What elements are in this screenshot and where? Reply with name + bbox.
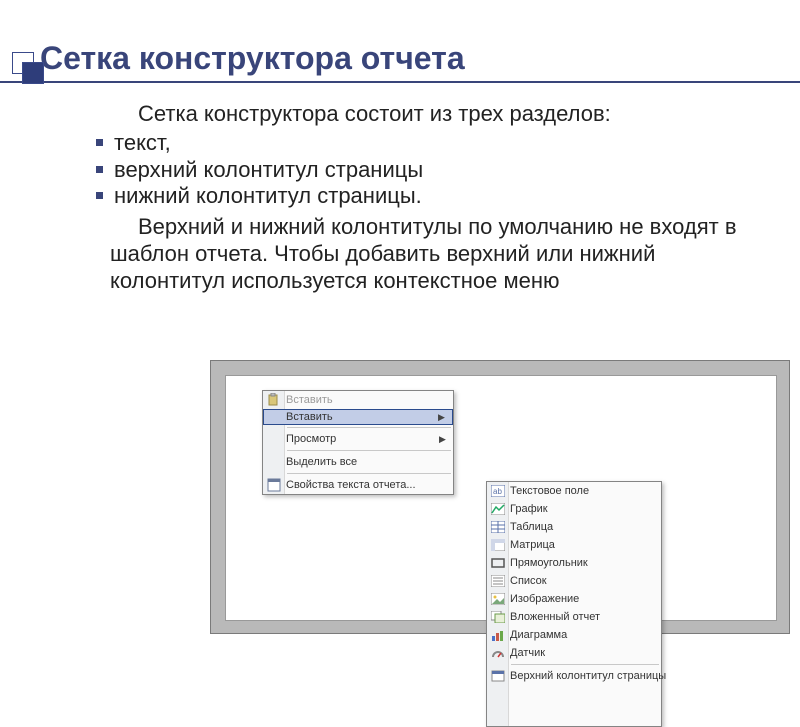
menu-separator [287, 427, 451, 428]
menu-item-select-all[interactable]: Выделить все [263, 453, 453, 471]
menu-label: Просмотр [286, 433, 439, 445]
bullet-item: текст, [110, 130, 760, 157]
menu-label: Таблица [510, 521, 657, 533]
chart-line-icon [488, 501, 508, 517]
submenu-item[interactable]: Таблица [487, 518, 661, 536]
menu-label: Текстовое поле [510, 485, 657, 497]
submenu-item[interactable]: График [487, 500, 661, 518]
chart-bar-icon [488, 627, 508, 643]
menu-item-properties[interactable]: Свойства текста отчета... [263, 476, 453, 494]
designer-canvas: Вставить Вставить ▶ Просмотр ▶ Выделить … [225, 375, 777, 621]
bullet-list: текст, верхний колонтитул страницы нижни… [110, 130, 760, 210]
gauge-icon [488, 645, 508, 661]
menu-separator [287, 473, 451, 474]
menu-label: Прямоугольник [510, 557, 657, 569]
menu-label: Вставить [286, 394, 449, 406]
page-title: Сетка конструктора отчета [40, 40, 800, 77]
matrix-icon [488, 537, 508, 553]
submenu-item[interactable]: Список [487, 572, 661, 590]
menu-label: Датчик [510, 647, 657, 659]
menu-label: Выделить все [286, 456, 449, 468]
title-divider [0, 81, 800, 83]
bullet-item: верхний колонтитул страницы [110, 157, 760, 184]
blank-icon [264, 431, 284, 447]
slide-body: Сетка конструктора состоит из трех разде… [110, 101, 760, 295]
submenu-item[interactable]: Диаграмма [487, 626, 661, 644]
submenu-item[interactable]: Прямоугольник [487, 554, 661, 572]
submenu-arrow-icon: ▶ [439, 434, 449, 445]
menu-label: Вставить [286, 411, 438, 423]
menu-item-view[interactable]: Просмотр ▶ [263, 430, 453, 448]
body-paragraph: Верхний и нижний колонтитулы по умолчани… [110, 214, 760, 294]
menu-item-insert[interactable]: Вставить ▶ [263, 409, 453, 425]
insert-submenu[interactable]: ab Текстовое поле График Таблица Матрица Прям… [486, 481, 662, 727]
paste-icon [264, 392, 284, 408]
context-menu[interactable]: Вставить Вставить ▶ Просмотр ▶ Выделить … [262, 390, 454, 495]
svg-text:ab: ab [493, 487, 502, 496]
submenu-item[interactable]: Вложенный отчет [487, 608, 661, 626]
menu-label: Вложенный отчет [510, 611, 657, 623]
rectangle-icon [488, 555, 508, 571]
menu-label: Список [510, 575, 657, 587]
submenu-item[interactable]: Датчик [487, 644, 661, 662]
submenu-item[interactable]: Изображение [487, 590, 661, 608]
page-header-icon [488, 668, 508, 684]
properties-icon [264, 477, 284, 493]
menu-separator [511, 664, 659, 665]
blank-icon [264, 409, 284, 425]
list-icon [488, 573, 508, 589]
submenu-item[interactable]: Матрица [487, 536, 661, 554]
menu-label: Матрица [510, 539, 657, 551]
image-icon [488, 591, 508, 607]
textbox-icon: ab [488, 483, 508, 499]
menu-label: Верхний колонтитул страницы [510, 670, 666, 682]
blank-icon [264, 454, 284, 470]
embedded-screenshot: Вставить Вставить ▶ Просмотр ▶ Выделить … [210, 360, 790, 634]
submenu-arrow-icon: ▶ [438, 412, 448, 423]
menu-label: Изображение [510, 593, 657, 605]
subreport-icon [488, 609, 508, 625]
menu-separator [287, 450, 451, 451]
table-icon [488, 519, 508, 535]
submenu-item[interactable]: ab Текстовое поле [487, 482, 661, 500]
submenu-item[interactable]: Верхний колонтитул страницы [487, 667, 661, 685]
menu-label: Свойства текста отчета... [286, 479, 449, 491]
menu-label: График [510, 503, 657, 515]
intro-text: Сетка конструктора состоит из трех разде… [110, 101, 760, 128]
bullet-item: нижний колонтитул страницы. [110, 183, 760, 210]
menu-item-paste: Вставить [263, 391, 453, 409]
menu-label: Диаграмма [510, 629, 657, 641]
